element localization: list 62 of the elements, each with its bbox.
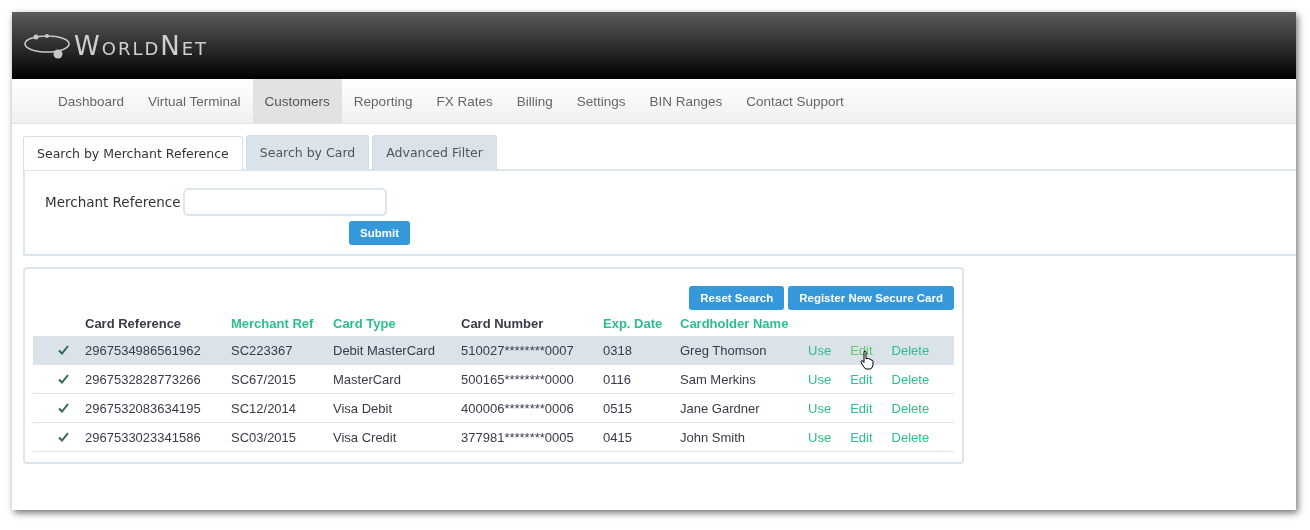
table-cell-text: Sam Merkins [680,371,757,387]
table-cell-text: Jane Gardner [680,400,761,416]
table-cell-text: SC12/2014 [231,400,298,416]
table-cell-text: Visa Credit [333,429,398,445]
row-link[interactable]: Delete [891,429,930,445]
table-cell-text: 0415 [603,429,633,445]
row-link[interactable]: Delete [891,371,930,387]
row-link[interactable]: Delete [891,400,930,416]
nav-tab[interactable]: Virtual Terminal [136,79,253,123]
table-cell-text: SC67/2015 [231,371,298,387]
table-cell-text: 500165********0000 [461,371,575,387]
column-header[interactable]: Card Type [333,315,461,331]
table-cell-text: 0515 [603,400,633,416]
table-cell-text: 510027********0007 [461,342,575,358]
table-cell-text: 400006********0006 [461,400,575,416]
table-cell-text: 0318 [603,342,633,358]
nav-tab[interactable]: FX Rates [424,79,505,123]
table-row[interactable]: 2967532083634195 SC12/2014 Visa Debit 400006********0006 0515 Jane Gardner Use Edit Delete [33,394,954,423]
row-link[interactable]: Edit [850,400,873,416]
search-tab[interactable]: Search by Card [245,135,370,169]
nav-tab[interactable]: Contact Support [734,79,856,123]
table-row[interactable]: 2967532828773266 SC67/2015 MasterCard 500165********0000 0116 Sam Merkins Use Edit Delete [33,365,954,394]
row-link[interactable]: Use [808,429,832,445]
table-cell-text: John Smith [680,429,747,445]
nav-tab[interactable]: Customers [252,79,342,123]
table-cell-text: 2967534986561962 [85,342,202,358]
search-tab[interactable]: Search by Merchant Reference [23,136,243,170]
column-header[interactable]: Exp. Date [603,315,680,331]
table-cell-text: 2967532083634195 [85,400,202,416]
nav-tab[interactable]: Dashboard [46,79,137,123]
table-row[interactable]: 2967533023341586 SC03/2015 Visa Credit 377981********0005 0415 John Smith Use Edit Delete [33,423,954,452]
table-cell-text: Visa Debit [333,400,393,416]
nav-tab[interactable]: BIN Ranges [637,79,735,123]
table-cell-text: 377981********0005 [461,429,575,445]
column-header: Card Number [461,315,545,331]
search-tab[interactable]: Advanced Filter [372,135,497,169]
submit-button[interactable]: Submit [349,221,410,245]
action-button[interactable]: Register New Secure Card [788,286,954,310]
logo-wordmark: WorldNet [74,30,209,61]
row-link[interactable]: Edit [850,429,873,445]
table-cell-text: Greg Thomson [680,342,768,358]
row-link[interactable]: Delete [891,342,930,358]
row-link[interactable]: Use [808,342,832,358]
table-cell-text: Debit MasterCard [333,342,436,358]
table-cell-text: 2967532828773266 [85,371,202,387]
row-link[interactable]: Edit [850,371,873,387]
row-link[interactable]: Use [808,371,832,387]
field-label: Merchant Reference [45,194,181,210]
row-link[interactable]: Use [808,400,832,416]
merchant-reference-field[interactable] [182,188,387,216]
table-cell-text: 0116 [603,371,632,387]
column-header: Card Reference [85,315,183,331]
action-button[interactable]: Reset Search [689,286,785,310]
column-header[interactable]: Cardholder Name [680,315,808,331]
table-cell-text: MasterCard [333,371,402,387]
table-cell-text: 2967533023341586 [85,429,202,445]
nav-tab[interactable]: Settings [564,79,638,123]
nav-tab[interactable]: Reporting [341,79,425,123]
column-header[interactable]: Merchant Ref [231,315,333,331]
table-cell-text: SC223367 [231,342,294,358]
table-cell-text: SC03/2015 [231,429,298,445]
nav-tab[interactable]: Billing [504,79,565,123]
